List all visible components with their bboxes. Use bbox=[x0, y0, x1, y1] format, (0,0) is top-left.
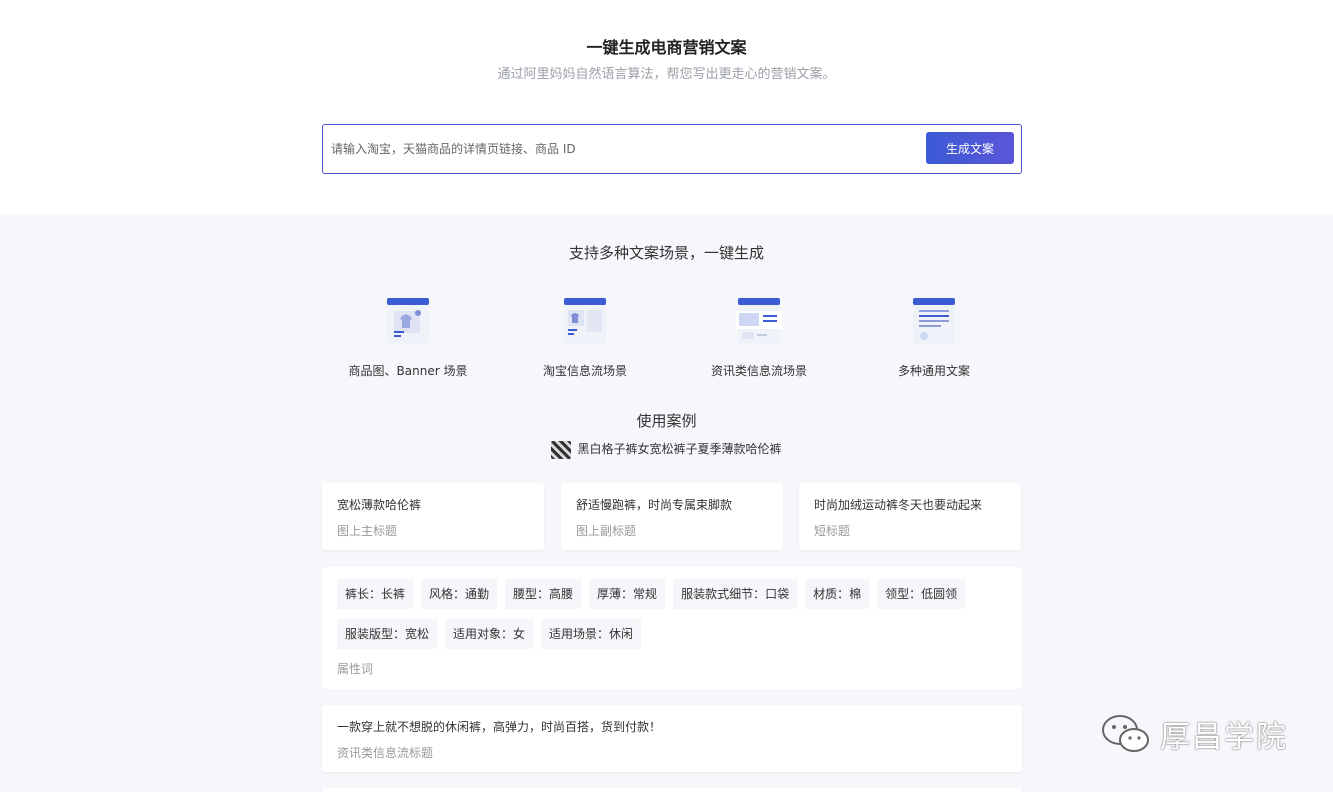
watermark-text: 厚昌学院 bbox=[1160, 720, 1288, 755]
product-image-icon bbox=[387, 298, 429, 344]
lower-section: 支持多种文案场景，一键生成 商品图、Banner 场景 淘宝信息流场景 资讯类信… bbox=[0, 214, 1333, 792]
scene-label: 多种通用文案 bbox=[897, 364, 970, 378]
news-feed-icon bbox=[736, 298, 782, 344]
attribute-tag: 裤长：长裤 bbox=[337, 579, 414, 609]
scene-label: 淘宝信息流场景 bbox=[542, 364, 627, 378]
scenes-list: 商品图、Banner 场景 淘宝信息流场景 资讯类信息流场景 多种通用文案 bbox=[0, 296, 1333, 386]
scene-label: 资讯类信息流场景 bbox=[710, 364, 807, 378]
attributes-label: 属性词 bbox=[337, 662, 374, 676]
title-card-sub: 舒适慢跑裤，时尚专属束脚款 图上副标题 bbox=[561, 483, 783, 550]
attribute-tag: 适用场景：休闲 bbox=[541, 619, 642, 649]
card-label: 图上主标题 bbox=[337, 524, 398, 538]
attribute-tag: 领型：低圆领 bbox=[877, 579, 966, 609]
search-input[interactable] bbox=[331, 138, 921, 160]
attribute-tag: 服装版型：宽松 bbox=[337, 619, 438, 649]
attributes-row-1: 裤长：长裤 风格：通勤 腰型：高腰 厚薄：常规 服装款式细节：口袋 材质：棉 领… bbox=[337, 579, 966, 609]
scenes-title: 支持多种文案场景，一键生成 bbox=[568, 244, 764, 262]
feed-title-card: 一款穿上就不想脱的休闲裤，高弹力，时尚百搭，货到付款！ 资讯类信息流标题 bbox=[322, 705, 1022, 772]
case-product[interactable]: 黑白格子裤女宽松裤子夏季薄款哈伦裤 bbox=[0, 440, 1333, 459]
attribute-tag: 服装款式细节：口袋 bbox=[673, 579, 798, 609]
wechat-icon bbox=[1102, 715, 1149, 752]
title-card-short: 时尚加绒运动裤冬天也要动起来 短标题 bbox=[799, 483, 1021, 550]
next-card bbox=[322, 788, 1022, 792]
card-label: 资讯类信息流标题 bbox=[337, 746, 434, 760]
scene-item-product-image[interactable]: 商品图、Banner 场景 bbox=[318, 296, 498, 379]
cases-title: 使用案例 bbox=[636, 412, 697, 430]
attribute-tag: 风格：通勤 bbox=[421, 579, 498, 609]
card-label: 短标题 bbox=[814, 524, 851, 538]
attribute-tag: 腰型：高腰 bbox=[505, 579, 582, 609]
card-text: 一款穿上就不想脱的休闲裤，高弹力，时尚百搭，货到付款！ bbox=[337, 720, 662, 734]
attributes-row-2: 服装版型：宽松 适用对象：女 适用场景：休闲 bbox=[337, 619, 642, 649]
generate-copy-button[interactable]: 生成文案 bbox=[926, 132, 1014, 164]
card-text: 舒适慢跑裤，时尚专属束脚款 bbox=[576, 498, 733, 512]
attribute-tag: 厚薄：常规 bbox=[589, 579, 666, 609]
hero-section: 一键生成电商营销文案 通过阿里妈妈自然语言算法，帮您写出更走心的营销文案。 生成… bbox=[0, 0, 1333, 214]
scene-item-news-feed[interactable]: 资讯类信息流场景 bbox=[669, 296, 849, 379]
case-product-name: 黑白格子裤女宽松裤子夏季薄款哈伦裤 bbox=[577, 442, 782, 456]
scene-label: 商品图、Banner 场景 bbox=[348, 364, 468, 378]
attribute-tag: 材质：棉 bbox=[805, 579, 870, 609]
card-text: 时尚加绒运动裤冬天也要动起来 bbox=[814, 498, 983, 512]
search-box: 生成文案 bbox=[322, 124, 1022, 174]
attribute-tag: 适用对象：女 bbox=[445, 619, 534, 649]
scene-item-taobao-feed[interactable]: 淘宝信息流场景 bbox=[495, 296, 675, 379]
page-subtitle: 通过阿里妈妈自然语言算法，帮您写出更走心的营销文案。 bbox=[497, 67, 836, 82]
page-title: 一键生成电商营销文案 bbox=[586, 38, 747, 57]
scene-item-general-copy[interactable]: 多种通用文案 bbox=[844, 296, 1024, 379]
attributes-card: 裤长：长裤 风格：通勤 腰型：高腰 厚薄：常规 服装款式细节：口袋 材质：棉 领… bbox=[322, 567, 1022, 689]
taobao-feed-icon bbox=[564, 298, 606, 344]
card-label: 图上副标题 bbox=[576, 524, 637, 538]
card-text: 宽松薄款哈伦裤 bbox=[337, 498, 422, 512]
title-card-main: 宽松薄款哈伦裤 图上主标题 bbox=[322, 483, 544, 550]
product-thumbnail bbox=[551, 440, 572, 459]
general-copy-icon bbox=[913, 298, 955, 344]
watermark: 厚昌学院 bbox=[1100, 712, 1288, 756]
